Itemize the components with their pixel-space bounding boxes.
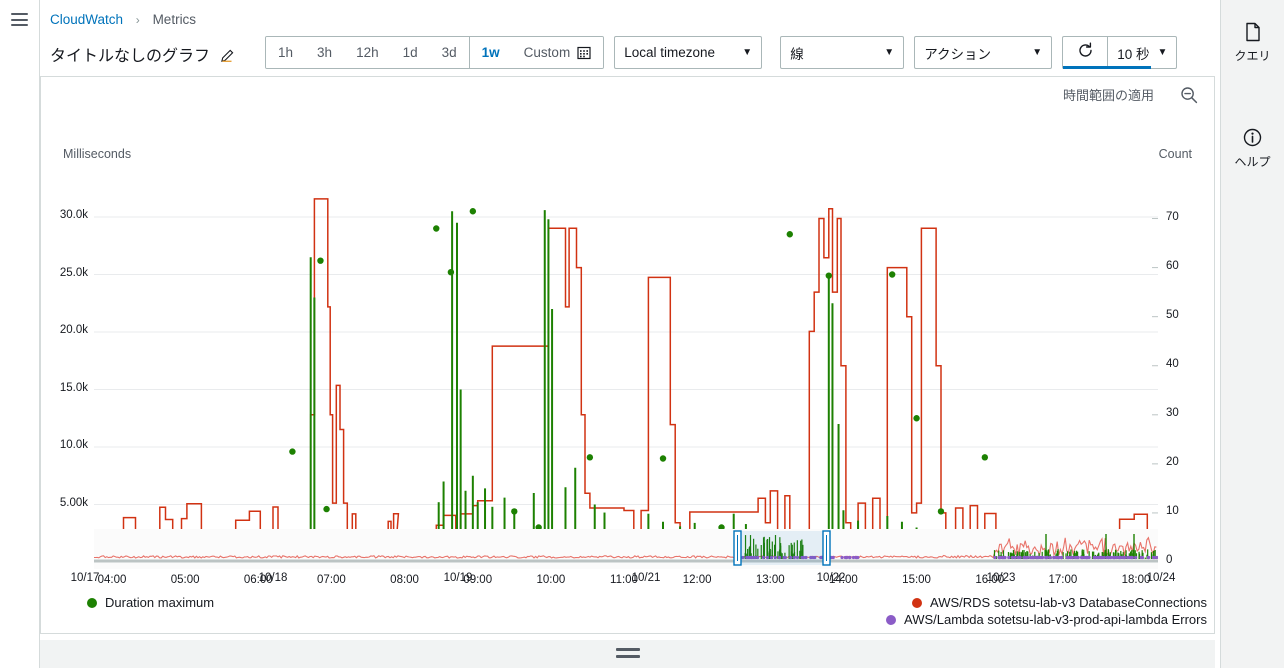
y-axis-right-tick: 10	[1166, 504, 1179, 517]
overview-date-tick: 10/21	[631, 572, 661, 584]
right-tool-rail: クエリ ヘルプ	[1220, 0, 1284, 668]
apply-time-range-button[interactable]: 時間範囲の適用	[1063, 85, 1154, 104]
y-axis-left-tick: 5.00k	[59, 496, 88, 509]
time-range-custom[interactable]: Custom	[511, 37, 604, 68]
legend-color-swatch	[886, 614, 897, 625]
legend-entry-duration[interactable]: Duration maximum	[87, 595, 214, 610]
custom-label: Custom	[523, 45, 571, 60]
legend-color-swatch	[912, 597, 923, 608]
y-axis-right-title: Count	[1158, 147, 1192, 161]
breadcrumb-cloudwatch[interactable]: CloudWatch	[50, 12, 123, 27]
y-axis-left-tick: 15.0k	[59, 381, 88, 394]
refresh-control-group: 10 秒 ▼	[1062, 36, 1178, 69]
graph-title-text: タイトルなしのグラフ	[50, 48, 211, 65]
legend-label-duration: Duration maximum	[105, 595, 215, 610]
refresh-icon	[1077, 42, 1094, 64]
chevron-down-icon: ▼	[1032, 47, 1043, 58]
y-axis-left-tick: 10.0k	[59, 439, 88, 451]
refresh-button[interactable]	[1063, 37, 1107, 68]
overview-date-tick: 10/23	[986, 572, 1016, 584]
breadcrumb: CloudWatch › Metrics	[50, 12, 196, 28]
chart-type-select[interactable]: 線 ▼	[780, 36, 905, 69]
time-range-1w[interactable]: 1w	[469, 37, 512, 68]
x-axis-tick: 10:00	[536, 574, 566, 586]
rail-item-help[interactable]: ヘルプ	[1221, 128, 1284, 170]
y-axis-right-tick: 50	[1166, 308, 1179, 321]
x-axis-tick: 13:00	[755, 574, 785, 586]
hamburger-menu-icon[interactable]	[11, 13, 28, 26]
zoom-out-icon[interactable]	[1180, 86, 1198, 104]
y-axis-right-tick: 40	[1166, 357, 1179, 370]
chart-plot-area[interactable]	[94, 172, 1158, 584]
y-axis-left-tick: 30.0k	[59, 209, 88, 221]
rail-item-query[interactable]: クエリ	[1221, 22, 1284, 64]
pencil-icon[interactable]	[220, 49, 234, 68]
rail-item-help-label: ヘルプ	[1234, 155, 1271, 169]
cloudwatch-metrics-page: CloudWatch › Metrics タイトルなしのグラフ 1h 3h 12…	[0, 0, 1284, 668]
chevron-down-icon: ▼	[1157, 47, 1168, 58]
help-info-icon	[1221, 128, 1284, 150]
overview-date-tick: 10/17	[70, 572, 100, 584]
resize-handle-icon[interactable]	[615, 648, 640, 662]
breadcrumb-separator-icon: ›	[135, 13, 140, 27]
timezone-value: Local timezone	[624, 45, 715, 60]
refresh-interval-select[interactable]: 10 秒 ▼	[1108, 37, 1176, 68]
y-axis-right-tick: 70	[1166, 210, 1179, 223]
x-axis-tick: 15:00	[902, 574, 931, 586]
y-axis-left-tick: 20.0k	[59, 324, 88, 336]
x-axis-tick: 05:00	[170, 574, 200, 586]
apply-time-range-row: 時間範囲の適用	[1063, 85, 1198, 104]
legend-label-lambda: AWS/Lambda sotetsu-lab-v3-prod-api-lambd…	[904, 612, 1207, 627]
time-range-3h[interactable]: 3h	[305, 37, 345, 68]
refresh-progress-bar	[1063, 66, 1152, 69]
x-axis-tick: 17:00	[1048, 574, 1078, 586]
legend-color-swatch	[87, 597, 97, 608]
left-navigation-rail	[0, 0, 40, 668]
overview-date-tick: 10/24	[1146, 572, 1176, 584]
calendar-icon	[577, 46, 591, 60]
time-range-button-group: 1h 3h 12h 1d 3d 1w Custom	[265, 36, 605, 69]
time-range-3d[interactable]: 3d	[429, 37, 469, 68]
timezone-select[interactable]: Local timezone ▼	[614, 36, 763, 69]
y-axis-left-tick: 25.0k	[59, 266, 88, 279]
actions-dropdown[interactable]: アクション ▼	[914, 36, 1053, 69]
x-axis-tick: 08:00	[390, 574, 419, 586]
query-document-icon	[1221, 22, 1284, 44]
chart-type-value: 線	[790, 46, 804, 62]
page-title: タイトルなしのグラフ	[50, 42, 234, 68]
overview-date-tick: 10/19	[443, 572, 473, 584]
legend-label-rds: AWS/RDS sotetsu-lab-v3 DatabaseConnectio…	[930, 595, 1207, 610]
graph-card: 時間範囲の適用 Milliseconds Count Duration maxi	[40, 76, 1215, 634]
breadcrumb-metrics[interactable]: Metrics	[153, 12, 197, 27]
time-range-12h[interactable]: 12h	[344, 37, 391, 68]
overview-date-tick: 10/22	[816, 572, 846, 584]
time-range-1d[interactable]: 1d	[390, 37, 430, 68]
legend-right-group: AWS/RDS sotetsu-lab-v3 DatabaseConnectio…	[886, 595, 1207, 629]
y-axis-right-tick: 0	[1166, 554, 1173, 566]
graph-toolbar: 1h 3h 12h 1d 3d 1w Custom Local timezone…	[265, 36, 1178, 69]
refresh-interval-value: 10 秒	[1117, 46, 1150, 62]
chevron-down-icon: ▼	[884, 47, 895, 58]
rail-item-query-label: クエリ	[1234, 49, 1271, 63]
legend-entry-rds[interactable]: AWS/RDS sotetsu-lab-v3 DatabaseConnectio…	[886, 595, 1207, 610]
overview-date-tick: 10/18	[258, 572, 288, 584]
bottom-resize-strip	[40, 640, 1215, 668]
legend-entry-lambda[interactable]: AWS/Lambda sotetsu-lab-v3-prod-api-lambd…	[886, 612, 1207, 627]
y-axis-right-tick: 20	[1166, 455, 1179, 468]
y-axis-right-tick: 60	[1166, 259, 1179, 272]
actions-label: アクション	[924, 46, 992, 62]
chart-overview-brush[interactable]	[94, 529, 1159, 569]
chevron-down-icon: ▼	[742, 47, 753, 58]
y-axis-left-title: Milliseconds	[63, 147, 132, 161]
x-axis-tick: 12:00	[682, 574, 712, 586]
x-axis-tick: 07:00	[317, 574, 346, 586]
y-axis-right-tick: 30	[1166, 406, 1179, 419]
time-range-1h[interactable]: 1h	[266, 37, 306, 68]
